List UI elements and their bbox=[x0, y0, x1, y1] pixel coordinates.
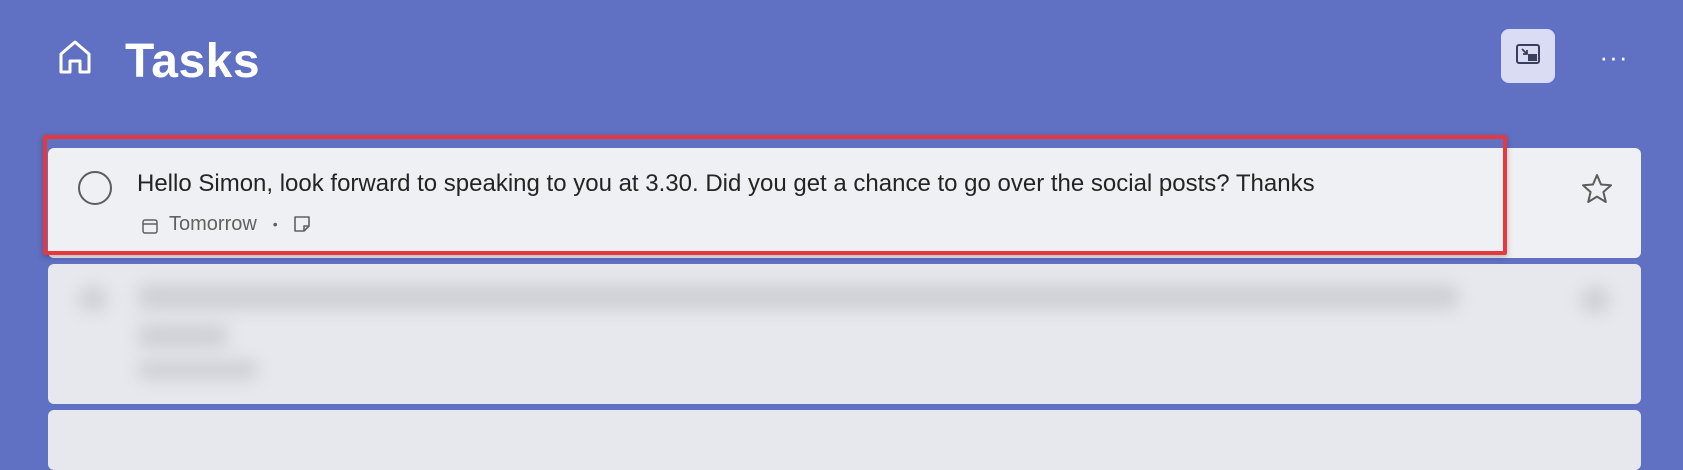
picture-in-picture-button[interactable] bbox=[1501, 29, 1555, 83]
task-meta: Tomorrow • bbox=[141, 210, 312, 238]
calendar-icon bbox=[141, 215, 159, 234]
more-horizontal-icon: ··· bbox=[1599, 41, 1629, 72]
meta-separator: • bbox=[272, 216, 278, 232]
blurred-task-item bbox=[48, 410, 1641, 470]
picture-in-picture-icon bbox=[1514, 40, 1542, 73]
more-options-button[interactable]: ··· bbox=[1593, 36, 1635, 78]
task-item[interactable] bbox=[48, 148, 1641, 258]
star-icon[interactable] bbox=[1580, 172, 1614, 206]
page-title: Tasks bbox=[125, 35, 261, 88]
task-title[interactable]: Hello Simon, look forward to speaking to… bbox=[137, 168, 1315, 200]
due-date-label: Tomorrow bbox=[169, 213, 257, 235]
home-icon[interactable] bbox=[51, 33, 99, 81]
note-icon bbox=[292, 214, 312, 234]
task-complete-checkbox[interactable] bbox=[78, 171, 112, 205]
header: Tasks ··· bbox=[0, 0, 1683, 120]
blurred-task-item bbox=[48, 264, 1641, 404]
